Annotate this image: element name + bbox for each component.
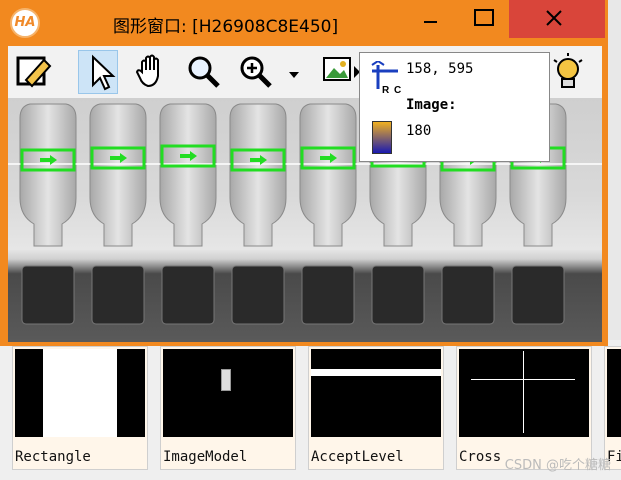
image-play-icon[interactable] bbox=[320, 50, 360, 94]
gallery-item-label: ImageModel bbox=[163, 449, 248, 465]
gallery-item-label: Rectangle bbox=[15, 449, 91, 465]
watermark: CSDN @吃个糖糖 bbox=[504, 458, 611, 473]
minimize-icon[interactable] bbox=[408, 0, 454, 38]
vial-label bbox=[301, 265, 355, 325]
gallery-item-rectangle[interactable]: Rectangle bbox=[12, 346, 148, 470]
gray-value: 180 bbox=[406, 123, 432, 139]
lightbulb-icon[interactable] bbox=[548, 50, 588, 94]
cross-thumbnail bbox=[459, 349, 589, 437]
vial-label bbox=[441, 265, 495, 325]
halcon-logo-icon: HA bbox=[10, 8, 40, 38]
gallery-item-label: AcceptLevel bbox=[311, 449, 404, 465]
zoom-in-icon[interactable] bbox=[236, 50, 276, 94]
acceptlevel-thumbnail bbox=[311, 349, 441, 437]
hand-pan-icon[interactable] bbox=[132, 50, 172, 94]
vial bbox=[299, 103, 357, 247]
close-icon[interactable] bbox=[509, 0, 605, 38]
title-bar[interactable]: HA 图形窗口: [H26908C8E450] bbox=[0, 0, 608, 42]
coordinate-axes-icon: R C bbox=[371, 61, 401, 95]
gallery-item-acceptlevel[interactable]: AcceptLevel bbox=[308, 346, 444, 470]
edit-icon[interactable] bbox=[14, 50, 54, 94]
pointer-icon[interactable] bbox=[78, 50, 118, 94]
gallery-item-partial[interactable]: Fi bbox=[604, 346, 621, 470]
vial-label bbox=[511, 265, 565, 325]
pixel-info-tooltip: R C 158, 595 Image: 180 bbox=[359, 52, 550, 162]
gallery-item-cross[interactable]: Cross bbox=[456, 346, 592, 470]
imagemodel-thumbnail bbox=[163, 349, 293, 437]
gray-value-swatch bbox=[372, 121, 392, 154]
window-title: 图形窗口: [H26908C8E450] bbox=[113, 17, 339, 37]
rectangle-thumbnail bbox=[15, 349, 145, 437]
vial-label bbox=[371, 265, 425, 325]
dropdown-arrow-icon[interactable] bbox=[286, 50, 302, 94]
vial-label bbox=[231, 265, 285, 325]
vial bbox=[159, 103, 217, 247]
vial-label bbox=[91, 265, 145, 325]
magnifier-icon[interactable] bbox=[184, 50, 224, 94]
vial-label bbox=[161, 265, 215, 325]
vial bbox=[89, 103, 147, 247]
svg-text:R: R bbox=[382, 85, 390, 95]
partial-thumbnail bbox=[607, 349, 621, 437]
gallery-item-imagemodel[interactable]: ImageModel bbox=[160, 346, 296, 470]
vial-label bbox=[21, 265, 75, 325]
gallery-item-label: Cross bbox=[459, 449, 502, 465]
image-label: Image: bbox=[406, 97, 457, 113]
maximize-icon[interactable] bbox=[462, 0, 508, 38]
vial bbox=[19, 103, 77, 247]
vial bbox=[229, 103, 287, 247]
svg-text:C: C bbox=[394, 85, 401, 95]
pixel-coordinates: 158, 595 bbox=[406, 61, 474, 77]
